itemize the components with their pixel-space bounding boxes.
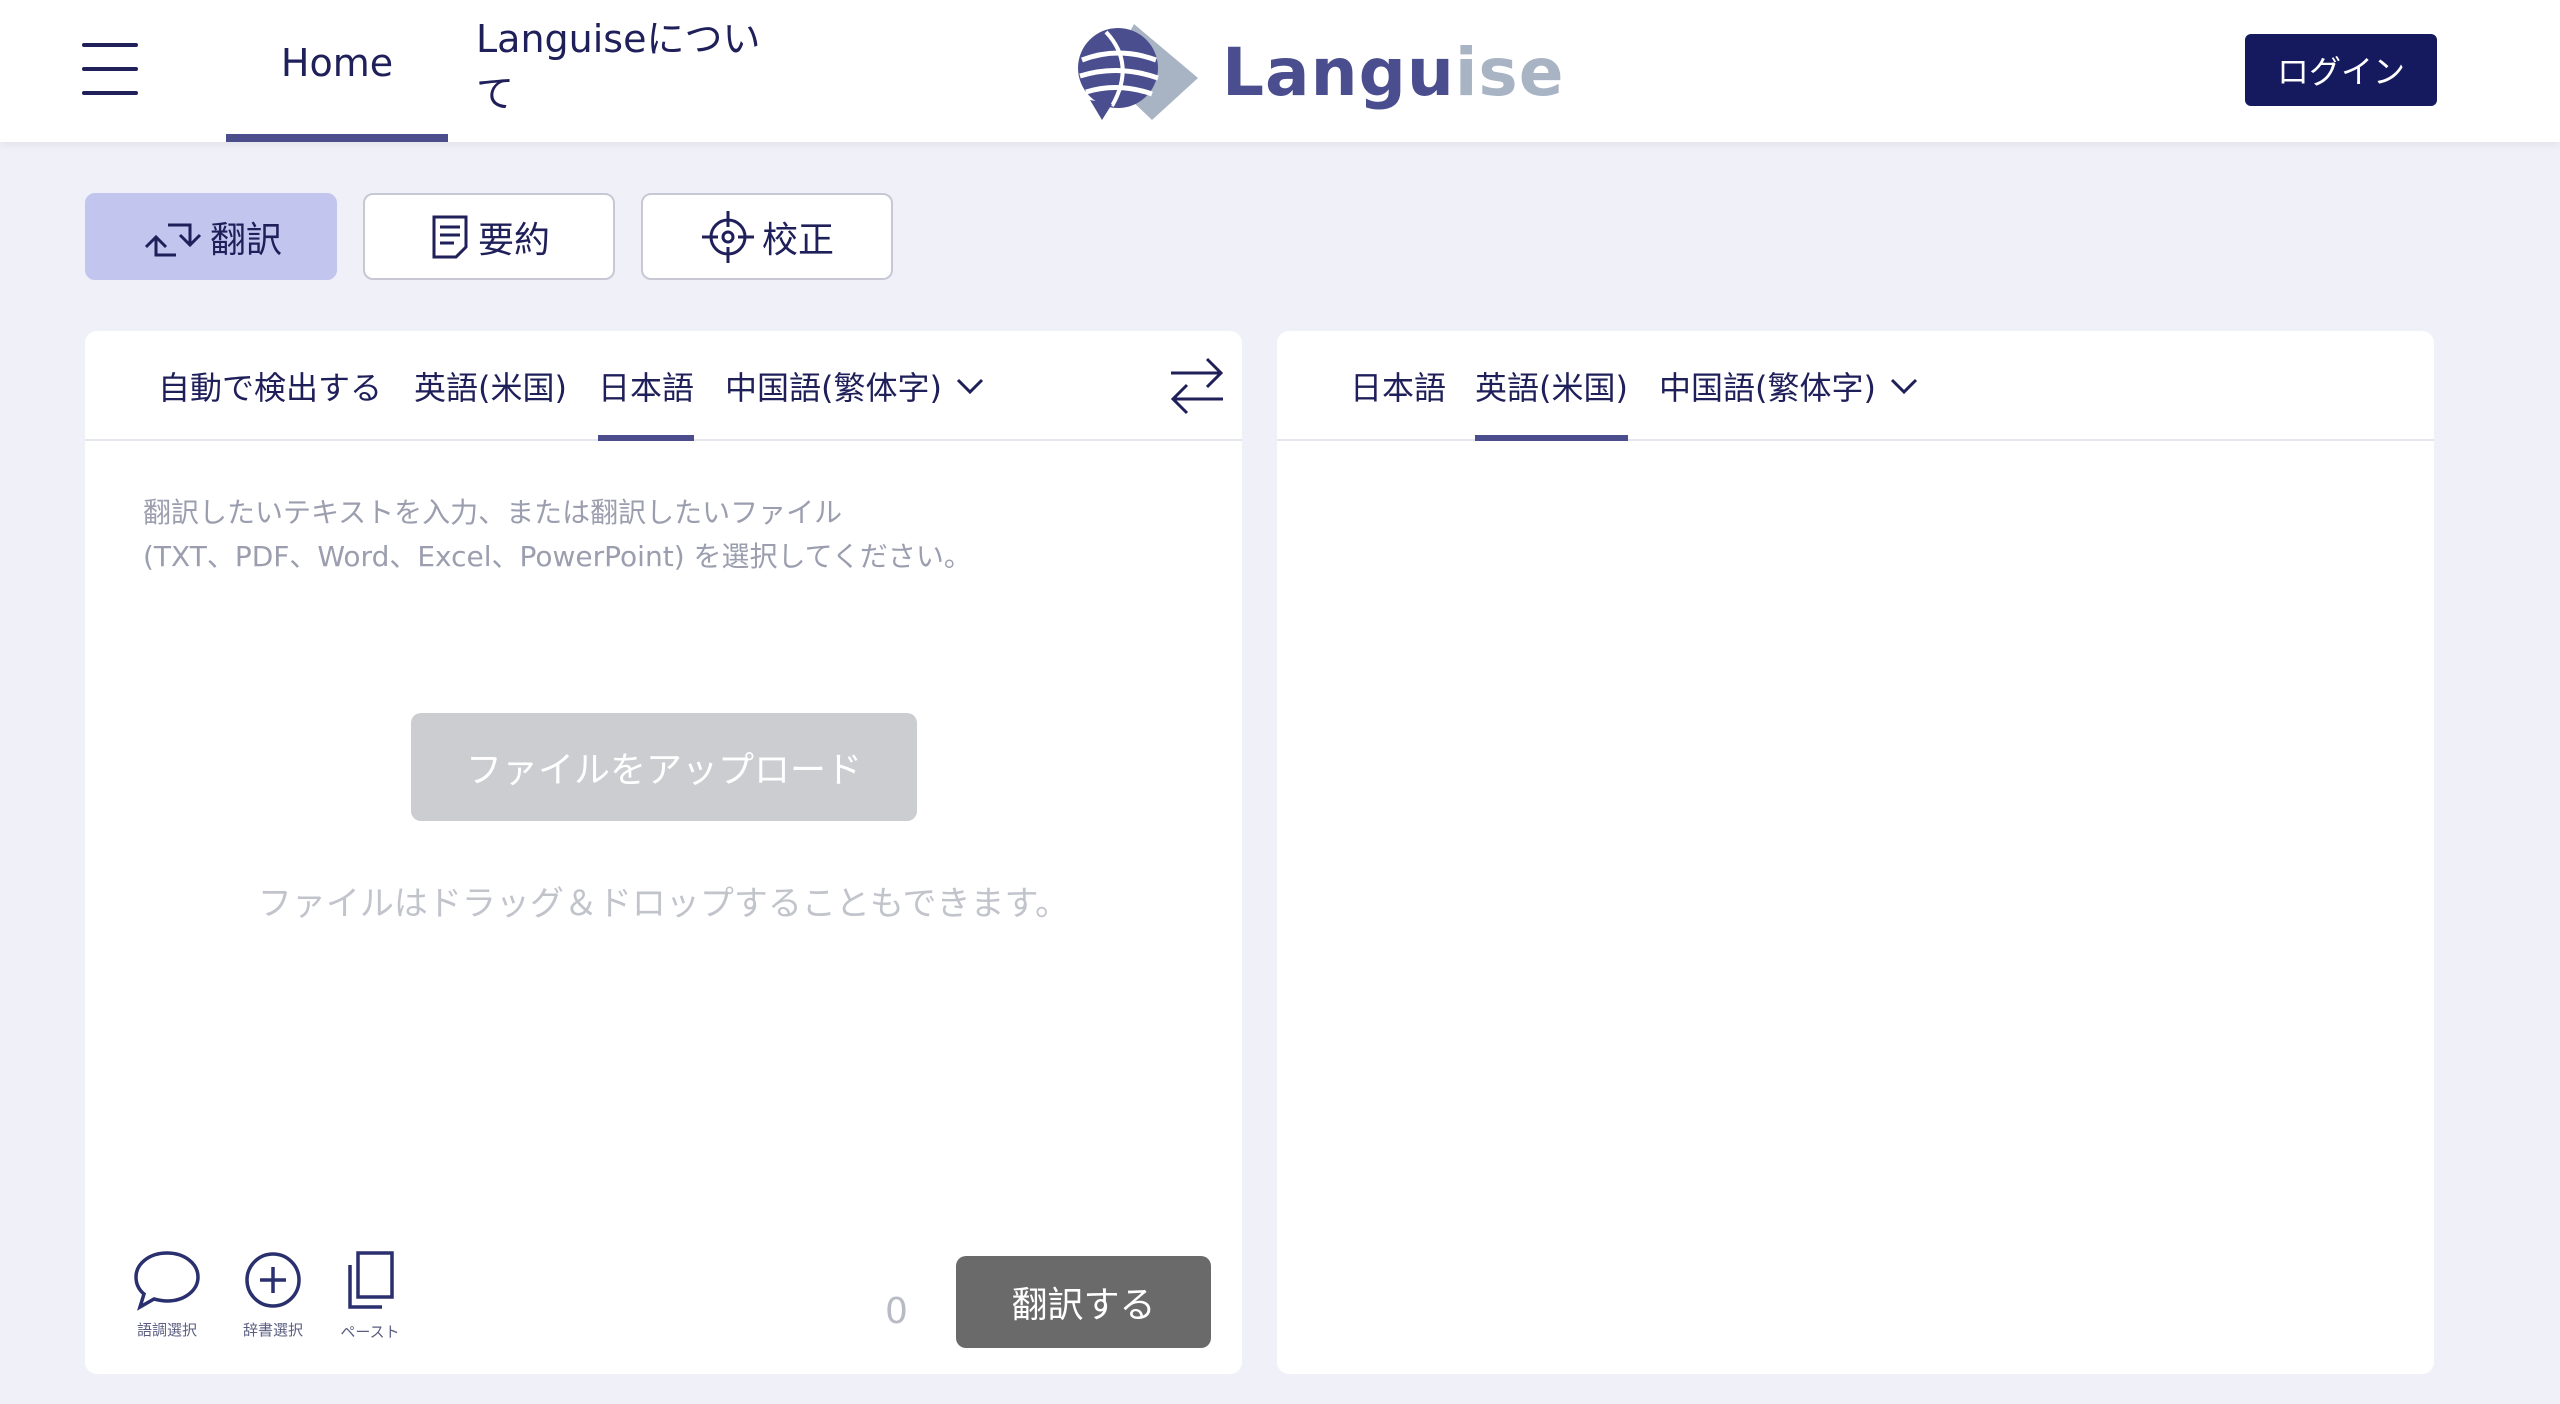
crosshair-icon xyxy=(701,210,754,263)
target-language-bar: 日本語 英語(米国) 中国語(繁体字) xyxy=(1277,331,2434,441)
paste-tool[interactable]: ペースト xyxy=(325,1249,415,1342)
speech-bubble-icon xyxy=(134,1251,200,1311)
tone-select-label: 語調選択 xyxy=(136,1321,197,1339)
source-lang-japanese[interactable]: 日本語 xyxy=(598,331,695,441)
header: Home Languiseについて Languise ログイン xyxy=(0,0,2560,142)
copy-icon xyxy=(348,1251,394,1309)
nav-home-label: Home xyxy=(280,41,394,85)
character-count: 0 xyxy=(885,1291,908,1332)
logo-text-part1: Langu xyxy=(1222,33,1455,111)
target-lang-english[interactable]: 英語(米国) xyxy=(1475,331,1628,441)
target-lang-more-label: 中国語(繁体字) xyxy=(1659,369,1876,407)
nav-active-underline xyxy=(226,134,448,142)
target-panel: 日本語 英語(米国) 中国語(繁体字) xyxy=(1277,331,2434,1374)
mode-tab-summary[interactable]: 要約 xyxy=(363,193,615,280)
mode-tab-translate[interactable]: 翻訳 xyxy=(85,193,337,280)
document-icon xyxy=(432,215,468,258)
target-lang-dropdown[interactable]: 中国語(繁体字) xyxy=(1659,331,1918,441)
login-button[interactable]: ログイン xyxy=(2245,34,2437,106)
source-lang-dropdown[interactable]: 中国語(繁体字) xyxy=(725,331,984,441)
mode-tab-proofread[interactable]: 校正 xyxy=(641,193,893,280)
translation-output-area[interactable] xyxy=(1277,443,2434,1363)
chevron-down-icon xyxy=(1890,378,1918,395)
tone-select-tool[interactable]: 語調選択 xyxy=(122,1249,212,1340)
source-lang-more-label: 中国語(繁体字) xyxy=(725,369,942,407)
logo-text-part2: ise xyxy=(1454,33,1565,111)
translate-arrows-icon xyxy=(144,223,202,256)
dictionary-select-label: 辞書選択 xyxy=(242,1321,303,1339)
upload-file-button[interactable]: ファイルをアップロード xyxy=(411,713,917,821)
source-lang-auto[interactable]: 自動で検出する xyxy=(158,331,382,441)
logo-wordmark: Languise xyxy=(1222,34,1564,111)
source-panel: 自動で検出する 英語(米国) 日本語 中国語(繁体字) 翻訳したいテキストを入力… xyxy=(85,331,1242,1374)
nav-tab-home[interactable]: Home xyxy=(226,0,448,142)
drag-drop-hint: ファイルはドラッグ＆ドロップすることもできます。 xyxy=(257,884,1070,924)
nav-tab-about[interactable]: Languiseについて xyxy=(476,0,786,142)
source-lang-english[interactable]: 英語(米国) xyxy=(414,331,567,441)
source-text-input[interactable]: 翻訳したいテキストを入力、または翻訳したいファイル (TXT、PDF、Word、… xyxy=(143,491,1203,579)
mode-proofread-label: 校正 xyxy=(761,219,834,261)
placeholder-line-1: 翻訳したいテキストを入力、または翻訳したいファイル xyxy=(143,496,843,529)
placeholder-line-2: (TXT、PDF、Word、Excel、PowerPoint) を選択してくださ… xyxy=(143,540,972,573)
dictionary-select-tool[interactable]: 辞書選択 xyxy=(228,1249,318,1340)
translate-button[interactable]: 翻訳する xyxy=(956,1256,1211,1348)
chevron-down-icon xyxy=(956,378,984,395)
globe-logo-icon xyxy=(1078,24,1198,120)
swap-arrows-icon[interactable] xyxy=(1165,353,1229,419)
languise-logo[interactable]: Languise xyxy=(1072,20,1564,124)
mode-summary-label: 要約 xyxy=(477,219,550,261)
source-language-bar: 自動で検出する 英語(米国) 日本語 中国語(繁体字) xyxy=(85,331,1242,441)
nav-about-label: Languiseについて xyxy=(476,17,761,116)
plus-circle-icon xyxy=(245,1252,301,1308)
hamburger-menu-icon[interactable] xyxy=(80,40,140,100)
paste-label: ペースト xyxy=(340,1323,400,1341)
target-lang-japanese[interactable]: 日本語 xyxy=(1350,331,1446,441)
mode-translate-label: 翻訳 xyxy=(209,219,282,261)
